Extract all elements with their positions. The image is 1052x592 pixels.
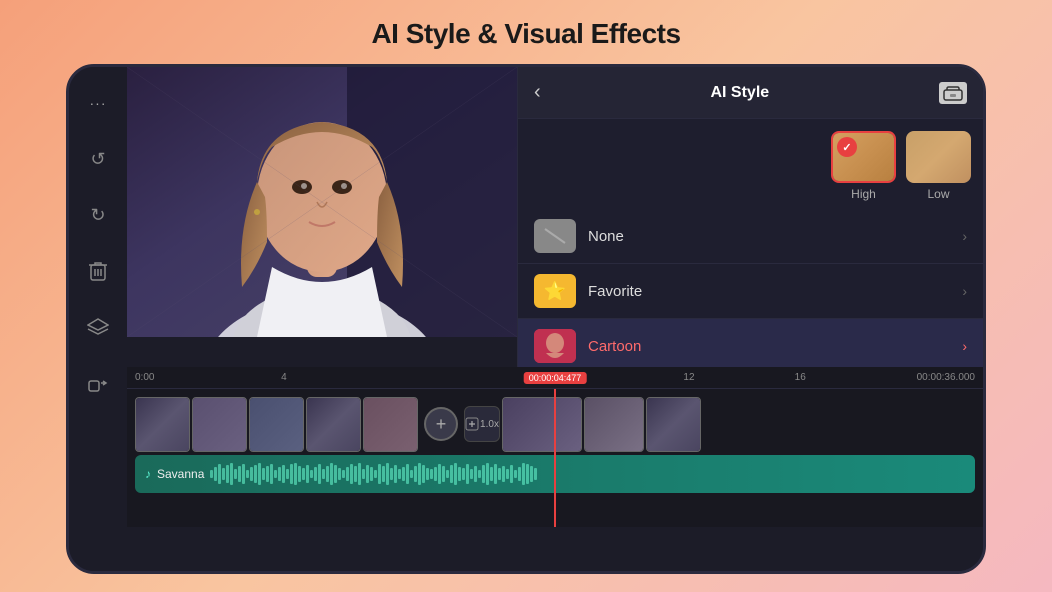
- layers-icon[interactable]: [82, 311, 114, 343]
- track-clip[interactable]: [306, 397, 361, 452]
- time-4: 4: [281, 372, 287, 383]
- quality-high-label: High: [851, 187, 876, 201]
- selected-check: ✓: [837, 137, 857, 157]
- track-clip[interactable]: [249, 397, 304, 452]
- speed-label: 1.0x: [480, 419, 499, 430]
- time-end: 00:00:36.000: [917, 372, 975, 383]
- track-clip[interactable]: [135, 397, 190, 452]
- main-content: ‹ AI Style ✓: [127, 67, 983, 571]
- video-area: ‹ AI Style ✓: [127, 67, 983, 367]
- back-button[interactable]: ‹: [534, 81, 541, 104]
- speed-badge[interactable]: 1.0x: [464, 406, 500, 442]
- video-overlay: [127, 67, 517, 337]
- cartoon-icon: [534, 329, 576, 363]
- time-16: 16: [795, 372, 806, 383]
- quality-low-thumb[interactable]: [906, 131, 971, 183]
- undo-icon[interactable]: ↺: [82, 143, 114, 175]
- time-12: 12: [683, 372, 694, 383]
- export-icon[interactable]: [82, 367, 114, 399]
- more-options-icon[interactable]: ···: [82, 87, 114, 119]
- cartoon-chevron: ›: [962, 338, 967, 354]
- quality-high[interactable]: ✓ High: [831, 131, 896, 201]
- menu-cartoon-label: Cartoon: [588, 338, 962, 355]
- timeline-area: 0:00 4 00:00:04:477 12 16 00:00:36.000: [127, 367, 983, 527]
- quality-low-label: Low: [927, 187, 949, 201]
- redo-icon[interactable]: ↻: [82, 199, 114, 231]
- add-clip-button[interactable]: +: [424, 407, 458, 441]
- menu-item-cartoon[interactable]: Cartoon ›: [518, 319, 983, 367]
- style-menu-list: None › ⭐ Favorite ›: [518, 209, 983, 367]
- none-chevron: ›: [962, 228, 967, 244]
- menu-item-none[interactable]: None ›: [518, 209, 983, 264]
- panel-title: AI Style: [710, 84, 769, 102]
- audio-label: Savanna: [157, 467, 204, 481]
- sidebar: ··· ↺ ↻: [69, 67, 127, 571]
- menu-favorite-label: Favorite: [588, 283, 962, 300]
- music-icon: ♪: [145, 467, 151, 481]
- quality-high-thumb[interactable]: ✓: [831, 131, 896, 183]
- track-clip[interactable]: [646, 397, 701, 452]
- menu-none-label: None: [588, 228, 962, 245]
- timeline-tracks: + 1.0x ♪ Savanna: [127, 389, 983, 527]
- timeline-ruler: 0:00 4 00:00:04:477 12 16 00:00:36.000: [127, 367, 983, 389]
- store-icon[interactable]: [939, 82, 967, 104]
- time-current: 00:00:04:477: [524, 372, 587, 384]
- menu-item-favorite[interactable]: ⭐ Favorite ›: [518, 264, 983, 319]
- delete-icon[interactable]: [82, 255, 114, 287]
- track-clip[interactable]: [192, 397, 247, 452]
- time-start: 0:00: [135, 372, 154, 383]
- track-clip[interactable]: [502, 397, 582, 452]
- ai-style-panel: ‹ AI Style ✓: [517, 67, 983, 367]
- playhead: [554, 389, 556, 527]
- audio-waveform: [210, 462, 965, 486]
- page-title: AI Style & Visual Effects: [371, 18, 680, 50]
- video-preview: [127, 67, 517, 337]
- tablet-frame: ··· ↺ ↻: [66, 64, 986, 574]
- none-icon: [534, 219, 576, 253]
- favorite-chevron: ›: [962, 283, 967, 299]
- quality-options-row: ✓ High Low: [518, 119, 983, 209]
- panel-header: ‹ AI Style: [518, 67, 983, 119]
- favorite-icon: ⭐: [534, 274, 576, 308]
- track-clip[interactable]: [363, 397, 418, 452]
- track-clip[interactable]: [584, 397, 644, 452]
- quality-low[interactable]: Low: [906, 131, 971, 201]
